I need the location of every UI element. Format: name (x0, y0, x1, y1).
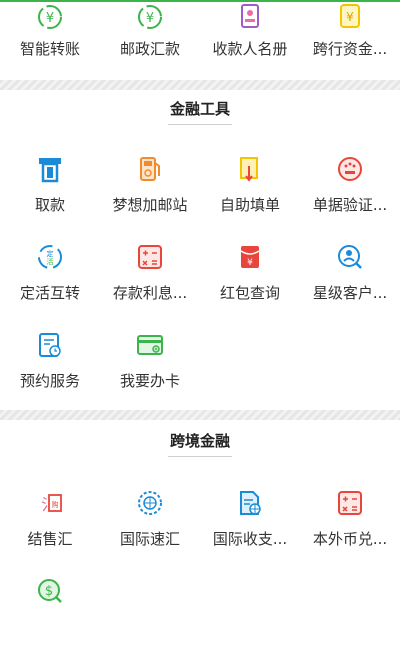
section-divider (0, 410, 400, 420)
section-title-cross-border: 跨境金融 (169, 432, 230, 450)
svg-text:$: $ (45, 584, 53, 599)
xb-fx-settlement[interactable]: 氵购 结售汇 (0, 486, 100, 566)
section-underline (168, 456, 232, 457)
shortcut-cross-bank-funds[interactable]: ¥ 跨行资金... (300, 0, 400, 80)
yuan-cross-bank-icon: ¥ (335, 2, 365, 32)
xb-intl-express-remit[interactable]: 国际速汇 (100, 486, 200, 566)
section-title-finance-tools: 金融工具 (169, 100, 230, 118)
tool-label: 单据验证... (312, 196, 388, 214)
tool-self-fill-form[interactable]: 自助填单 (200, 152, 300, 232)
tool-label: 定活互转 (19, 284, 80, 302)
tool-apply-card[interactable]: 我要办卡 (100, 328, 200, 408)
tool-appointment-service[interactable]: 预约服务 (0, 328, 100, 408)
tool-dream-post-station[interactable]: 梦想加邮站 (100, 152, 200, 232)
apply-card-icon (135, 330, 165, 360)
tool-withdraw[interactable]: 取款 (0, 152, 100, 232)
xb-label: 结售汇 (27, 530, 73, 548)
xb-label: 国际收支... (212, 530, 288, 548)
dollar-search-icon: $ (35, 576, 65, 606)
section-divider (0, 80, 400, 90)
appointment-icon (35, 330, 65, 360)
fixed-current-swap-icon: 定活 (35, 242, 65, 272)
seal-verify-icon (335, 154, 365, 184)
tool-document-verify[interactable]: 单据验证... (300, 152, 400, 232)
tool-label: 存款利息... (112, 284, 188, 302)
xb-label: 国际速汇 (119, 530, 180, 548)
shortcut-payee-book[interactable]: 收款人名册 (200, 0, 300, 80)
svg-text:¥: ¥ (346, 10, 354, 24)
tool-label: 取款 (34, 196, 65, 214)
cross-border-row-2: $ (0, 574, 400, 654)
red-envelope-icon: ¥ (235, 242, 265, 272)
tool-label: 星级客户... (312, 284, 388, 302)
tool-label: 红包查询 (219, 284, 280, 302)
tool-star-customer[interactable]: 星级客户... (300, 240, 400, 320)
xb-currency-exchange[interactable]: 本外币兑... (300, 486, 400, 566)
shortcut-smart-transfer[interactable]: ¥ 智能转账 (0, 0, 100, 80)
finance-tools-row-1: 取款 梦想加邮站 自助填单 单据验证... (0, 152, 400, 232)
tool-label: 自助填单 (219, 196, 280, 214)
tool-label: 梦想加邮站 (112, 196, 188, 214)
gas-pump-icon (135, 154, 165, 184)
shortcut-label: 邮政汇款 (119, 40, 180, 58)
finance-tools-row-2: 定活 定活互转 存款利息... ¥ 红包查询 星级客户... (0, 240, 400, 320)
xb-label: 本外币兑... (312, 530, 388, 548)
shortcut-label: 收款人名册 (212, 40, 288, 58)
currency-exchange-calculator-icon (335, 488, 365, 518)
tool-deposit-interest[interactable]: 存款利息... (100, 240, 200, 320)
svg-text:定: 定 (47, 249, 54, 258)
cross-border-row-1: 氵购 结售汇 国际速汇 国际收支... 本外币兑... (0, 486, 400, 566)
shortcut-label: 智能转账 (19, 40, 80, 58)
yuan-exchange-icon: ¥ (35, 2, 65, 32)
yuan-transfer-icon: ¥ (135, 2, 165, 32)
finance-tools-row-3: 预约服务 我要办卡 (0, 328, 400, 408)
transfer-shortcuts-row: ¥ 智能转账 ¥ 邮政汇款 收款人名册 ¥ 跨行资金... (0, 0, 400, 80)
tool-fixed-current-swap[interactable]: 定活 定活互转 (0, 240, 100, 320)
xb-intl-balance[interactable]: 国际收支... (200, 486, 300, 566)
intl-balance-doc-icon (235, 488, 265, 518)
calculator-icon (135, 242, 165, 272)
globe-remit-icon (135, 488, 165, 518)
star-customer-search-icon (335, 242, 365, 272)
tool-label: 预约服务 (19, 372, 80, 390)
tool-label: 我要办卡 (119, 372, 180, 390)
fill-form-icon (235, 154, 265, 184)
shortcut-postal-remittance[interactable]: ¥ 邮政汇款 (100, 0, 200, 80)
shortcut-label: 跨行资金... (312, 40, 388, 58)
tool-red-envelope-query[interactable]: ¥ 红包查询 (200, 240, 300, 320)
svg-text:购: 购 (52, 500, 59, 509)
xb-dollar-search[interactable]: $ (0, 574, 100, 654)
atm-withdraw-icon (35, 154, 65, 184)
svg-text:¥: ¥ (146, 11, 154, 26)
payee-book-icon (235, 2, 265, 32)
svg-text:¥: ¥ (247, 258, 253, 268)
svg-text:¥: ¥ (46, 11, 54, 26)
svg-text:活: 活 (47, 257, 54, 266)
fx-settlement-icon: 氵购 (35, 488, 65, 518)
section-underline (168, 124, 232, 125)
